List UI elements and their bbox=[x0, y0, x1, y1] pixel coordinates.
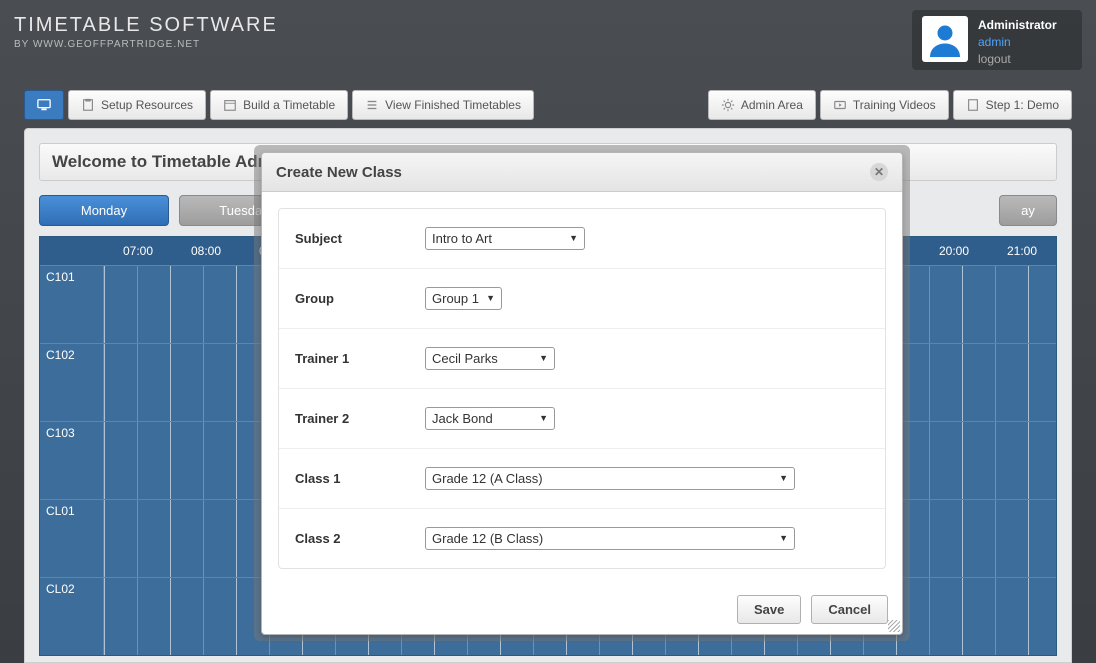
home-button[interactable] bbox=[24, 90, 64, 120]
time-header: 07:00 bbox=[104, 237, 172, 265]
setup-resources-label: Setup Resources bbox=[101, 98, 193, 112]
modal-header[interactable]: Create New Class ✕ bbox=[262, 153, 902, 192]
setup-resources-button[interactable]: Setup Resources bbox=[68, 90, 206, 120]
modal-title: Create New Class bbox=[276, 164, 402, 181]
logout-link[interactable]: logout bbox=[978, 52, 1057, 66]
training-videos-button[interactable]: Training Videos bbox=[820, 90, 949, 120]
trainer2-label: Trainer 2 bbox=[295, 411, 425, 426]
class2-select[interactable]: Grade 12 (B Class) bbox=[425, 527, 795, 550]
step1-demo-label: Step 1: Demo bbox=[986, 98, 1059, 112]
user-icon bbox=[927, 21, 963, 57]
view-timetables-label: View Finished Timetables bbox=[385, 98, 521, 112]
room-label: C102 bbox=[40, 344, 104, 421]
day-tab-monday[interactable]: Monday bbox=[39, 195, 169, 226]
save-button[interactable]: Save bbox=[737, 595, 801, 624]
monitor-icon bbox=[37, 98, 51, 112]
main-toolbar: Setup Resources Build a Timetable View F… bbox=[24, 90, 1072, 120]
user-login[interactable]: admin bbox=[978, 35, 1057, 49]
time-header: 21:00 bbox=[988, 237, 1056, 265]
resize-grip[interactable] bbox=[888, 620, 900, 632]
video-icon bbox=[833, 98, 847, 112]
user-block: Administrator admin logout bbox=[912, 10, 1082, 70]
room-label: CL02 bbox=[40, 578, 104, 655]
logo-block: TIMETABLE SOFTWARE BY WWW.GEOFFPARTRIDGE… bbox=[14, 10, 278, 70]
training-videos-label: Training Videos bbox=[853, 98, 936, 112]
close-icon[interactable]: ✕ bbox=[870, 163, 888, 181]
modal-body: Subject Intro to Art Group Group 1 Train… bbox=[262, 192, 902, 585]
trainer1-label: Trainer 1 bbox=[295, 351, 425, 366]
gear-icon bbox=[721, 98, 735, 112]
room-label: C103 bbox=[40, 422, 104, 499]
subject-select[interactable]: Intro to Art bbox=[425, 227, 585, 250]
build-timetable-button[interactable]: Build a Timetable bbox=[210, 90, 348, 120]
app-title: TIMETABLE SOFTWARE bbox=[14, 14, 278, 37]
cancel-button[interactable]: Cancel bbox=[811, 595, 888, 624]
user-text: Administrator admin logout bbox=[978, 16, 1057, 64]
time-header: 08:00 bbox=[172, 237, 240, 265]
avatar bbox=[922, 16, 968, 62]
class1-select[interactable]: Grade 12 (A Class) bbox=[425, 467, 795, 490]
clipboard-icon bbox=[81, 98, 95, 112]
day-tab-last[interactable]: ay bbox=[999, 195, 1057, 226]
room-label: CL01 bbox=[40, 500, 104, 577]
class2-label: Class 2 bbox=[295, 531, 425, 546]
app-header: TIMETABLE SOFTWARE BY WWW.GEOFFPARTRIDGE… bbox=[0, 0, 1096, 80]
app-subtitle: BY WWW.GEOFFPARTRIDGE.NET bbox=[14, 39, 278, 50]
group-select[interactable]: Group 1 bbox=[425, 287, 502, 310]
time-header: 20:00 bbox=[920, 237, 988, 265]
calendar-icon bbox=[223, 98, 237, 112]
room-label: C101 bbox=[40, 266, 104, 343]
step1-demo-button[interactable]: Step 1: Demo bbox=[953, 90, 1072, 120]
admin-area-button[interactable]: Admin Area bbox=[708, 90, 816, 120]
trainer2-select[interactable]: Jack Bond bbox=[425, 407, 555, 430]
group-label: Group bbox=[295, 291, 425, 306]
list-icon bbox=[365, 98, 379, 112]
subject-label: Subject bbox=[295, 231, 425, 246]
user-display-name: Administrator bbox=[978, 18, 1057, 32]
create-class-modal: Create New Class ✕ Subject Intro to Art … bbox=[261, 152, 903, 635]
view-timetables-button[interactable]: View Finished Timetables bbox=[352, 90, 534, 120]
trainer1-select[interactable]: Cecil Parks bbox=[425, 347, 555, 370]
build-timetable-label: Build a Timetable bbox=[243, 98, 335, 112]
admin-area-label: Admin Area bbox=[741, 98, 803, 112]
modal-footer: Save Cancel bbox=[262, 585, 902, 634]
doc-icon bbox=[966, 98, 980, 112]
class1-label: Class 1 bbox=[295, 471, 425, 486]
